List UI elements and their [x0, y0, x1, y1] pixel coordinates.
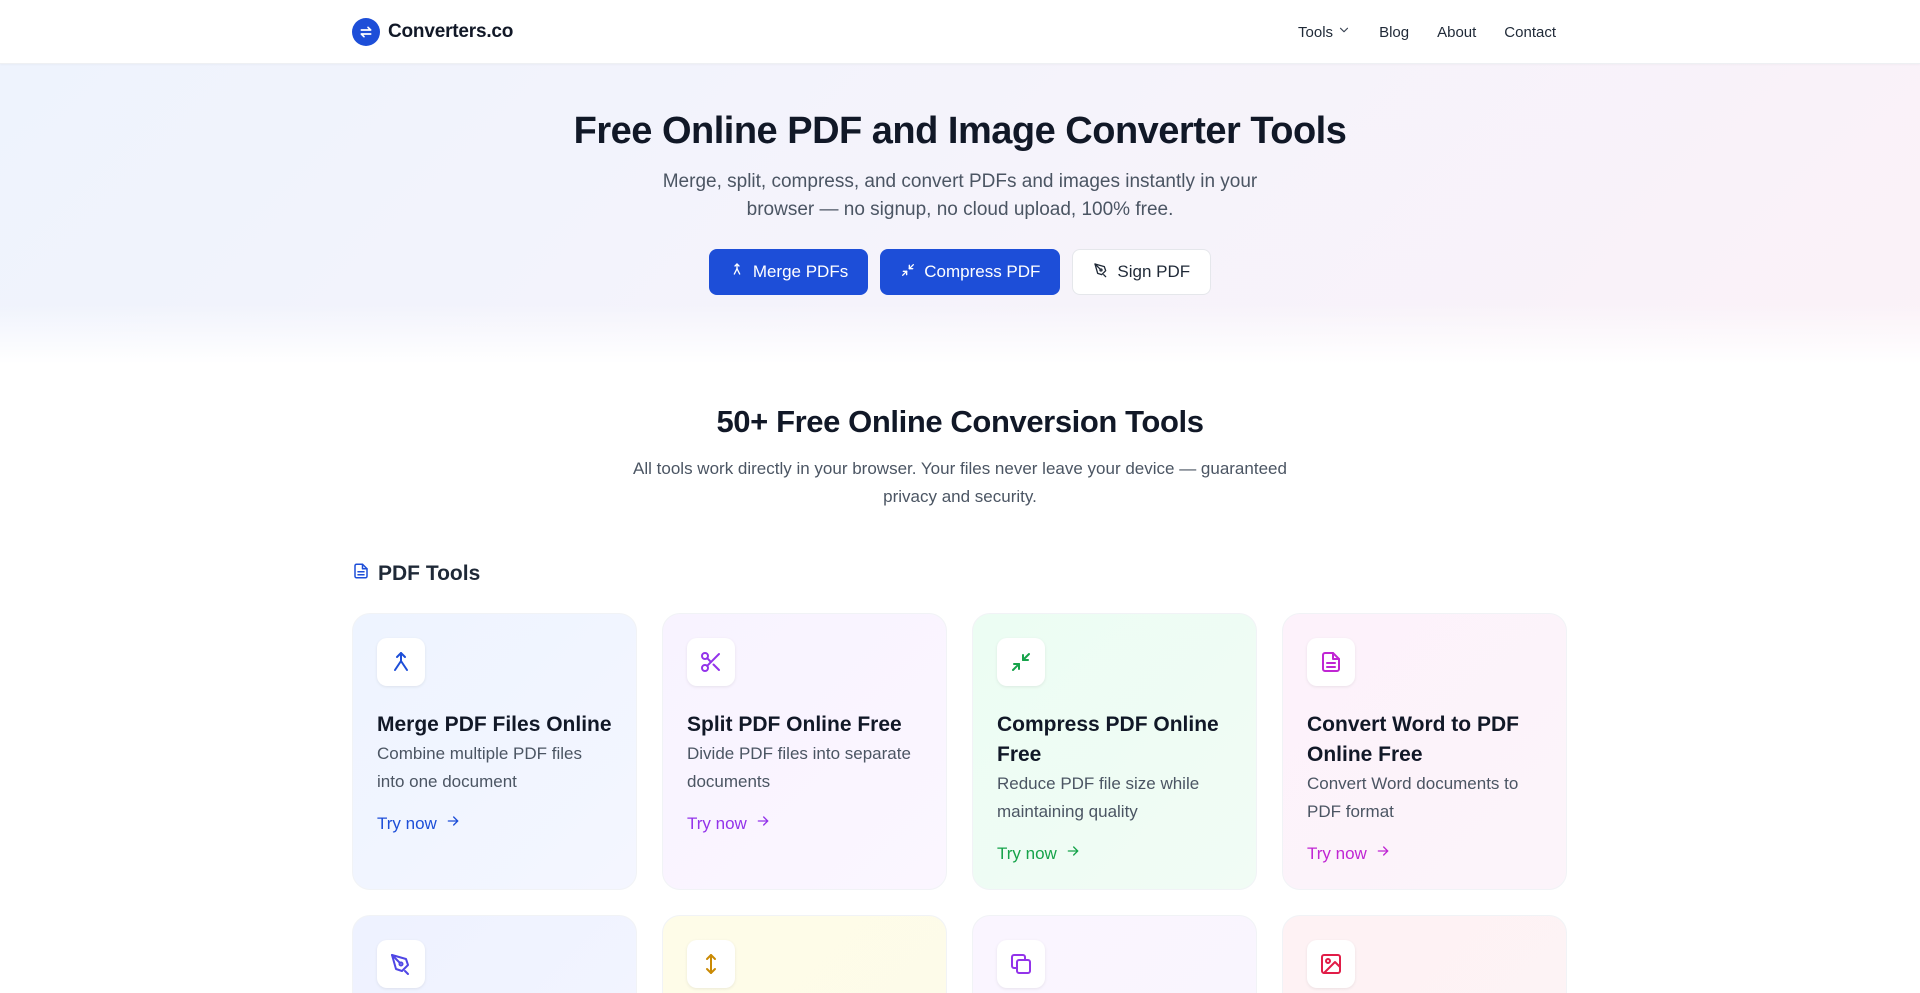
site-header: Converters.co Tools Blog About Contact — [0, 0, 1920, 64]
arrow-right-icon — [445, 813, 461, 834]
compress-pdf-label: Compress PDF — [924, 262, 1041, 281]
brand-logo[interactable]: Converters.co — [352, 18, 513, 46]
nav-blog-link[interactable]: Blog — [1379, 24, 1409, 41]
scissors-icon — [687, 638, 735, 686]
hero-section: Free Online PDF and Image Converter Tool… — [0, 64, 1920, 364]
pdf-tools-heading: PDF Tools — [352, 561, 480, 587]
pdf-tools-label: PDF Tools — [378, 562, 481, 585]
nav-about-link[interactable]: About — [1437, 24, 1476, 41]
try-now-link[interactable]: Try now — [997, 843, 1081, 864]
card-description: Convert Word documents to PDF format — [1307, 774, 1519, 821]
brand-name: Converters.co — [388, 21, 514, 42]
tool-card-resize-pdf[interactable] — [662, 915, 947, 993]
try-now-link[interactable]: Try now — [1307, 843, 1391, 864]
merge-icon — [377, 638, 425, 686]
tool-card-compress-pdf[interactable]: Compress PDF Online Free Reduce PDF file… — [972, 613, 1257, 890]
tool-card-split-pdf[interactable]: Split PDF Online Free Divide PDF files i… — [662, 613, 947, 890]
nav-contact-link[interactable]: Contact — [1504, 24, 1556, 41]
try-now-label: Try now — [377, 813, 437, 833]
try-now-label: Try now — [687, 813, 747, 833]
vertical-arrows-icon — [687, 940, 735, 988]
swap-arrows-icon — [352, 18, 380, 46]
main-nav: Tools Blog About Contact — [1298, 0, 1556, 64]
hero-actions: Merge PDFs Compress PDF Sign PDF — [0, 249, 1920, 295]
card-description: Reduce PDF file size while maintaining q… — [997, 774, 1200, 821]
merge-pdfs-label: Merge PDFs — [752, 262, 849, 281]
nav-tools-dropdown[interactable]: Tools — [1298, 23, 1351, 41]
arrow-right-icon — [1375, 843, 1391, 864]
copy-icon — [997, 940, 1045, 988]
tool-card-duplicate-pdf[interactable] — [972, 915, 1257, 993]
sign-pdf-button[interactable]: Sign PDF — [1072, 249, 1212, 295]
tool-card-sign-pdf[interactable] — [352, 915, 637, 993]
document-icon — [352, 561, 370, 587]
try-now-label: Try now — [997, 843, 1057, 863]
chevron-down-icon — [1337, 23, 1351, 41]
card-description: Combine multiple PDF files into one docu… — [377, 744, 583, 791]
compress-pdf-button[interactable]: Compress PDF — [880, 249, 1061, 295]
tool-card-pdf-to-image[interactable] — [1282, 915, 1567, 993]
tools-section-subtitle: All tools work directly in your browser.… — [633, 459, 1287, 506]
card-description: Divide PDF files into separate documents — [687, 744, 911, 791]
try-now-label: Try now — [1307, 843, 1367, 863]
hero-subtitle: Merge, split, compress, and convert PDFs… — [662, 171, 1258, 220]
tools-section-title: 50+ Free Online Conversion Tools — [716, 404, 1204, 439]
card-title: Convert Word to PDF Online Free — [1307, 713, 1519, 766]
image-icon — [1307, 940, 1355, 988]
tool-card-word-to-pdf[interactable]: Convert Word to PDF Online Free Convert … — [1282, 613, 1567, 890]
sign-pdf-label: Sign PDF — [1117, 262, 1191, 281]
document-icon — [1307, 638, 1355, 686]
merge-icon — [729, 262, 745, 283]
try-now-link[interactable]: Try now — [687, 813, 771, 834]
nav-tools-label: Tools — [1298, 23, 1334, 41]
tool-card-merge-pdf[interactable]: Merge PDF Files Online Combine multiple … — [352, 613, 637, 890]
arrow-right-icon — [755, 813, 771, 834]
try-now-link[interactable]: Try now — [377, 813, 461, 834]
compress-icon — [997, 638, 1045, 686]
hero-title: Free Online PDF and Image Converter Tool… — [573, 110, 1347, 152]
card-title: Split PDF Online Free — [687, 713, 902, 736]
pen-icon — [377, 940, 425, 988]
pen-icon — [1093, 262, 1109, 283]
card-title: Merge PDF Files Online — [377, 713, 612, 736]
arrow-right-icon — [1065, 843, 1081, 864]
compress-icon — [900, 262, 916, 283]
merge-pdfs-button[interactable]: Merge PDFs — [708, 249, 869, 295]
card-title: Compress PDF Online Free — [997, 713, 1219, 766]
